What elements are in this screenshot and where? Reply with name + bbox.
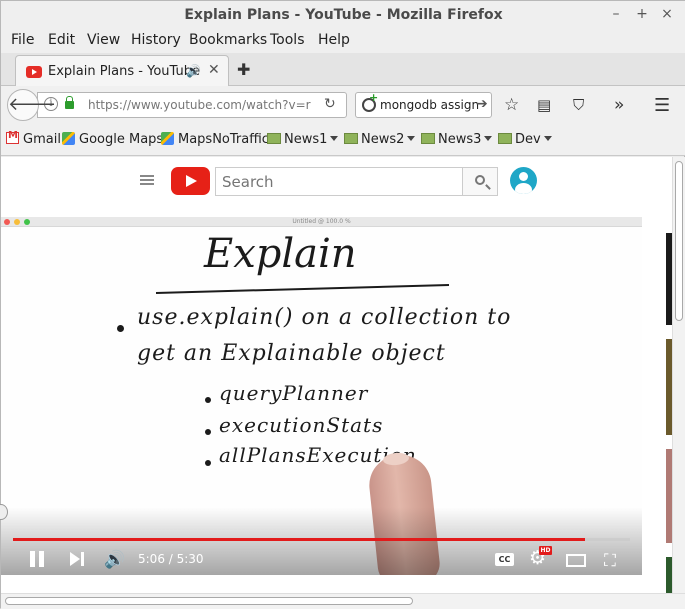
youtube-header <box>1 157 672 209</box>
bullet-dot <box>205 460 211 466</box>
volume-icon[interactable]: 🔊 <box>104 550 125 570</box>
horizontal-scroll-thumb[interactable] <box>5 597 413 605</box>
url-bar[interactable]: i https://www.youtube.com/watch?v=r ↻ <box>37 92 347 118</box>
reload-icon[interactable]: ↻ <box>324 96 336 112</box>
bookmark-folder-news3[interactable]: News3 <box>421 132 493 147</box>
whiteboard-sub-1: queryPlanner <box>219 381 369 405</box>
tab-strip: Explain Plans - YouTube 🔊 ✕ ✚ <box>1 53 685 86</box>
guide-menu-icon[interactable] <box>140 175 154 185</box>
search-query[interactable]: mongodb assign <box>380 98 479 112</box>
maps-icon <box>161 132 174 145</box>
video-player[interactable]: Untitled @ 100.0 % Explain use.explain()… <box>1 217 642 575</box>
firefox-window: Explain Plans - YouTube - Mozilla Firefo… <box>0 0 685 609</box>
bookmark-star-icon[interactable]: ☆ <box>504 95 519 115</box>
bullet-dot <box>205 429 211 435</box>
hamburger-menu-icon[interactable]: ☰ <box>654 95 670 116</box>
menu-help[interactable]: Help <box>318 32 350 48</box>
search-icon <box>475 175 485 185</box>
captions-icon[interactable]: CC <box>495 553 514 566</box>
lock-icon[interactable] <box>65 96 74 109</box>
youtube-search-button[interactable] <box>462 167 498 196</box>
reading-list-icon[interactable]: ▤ <box>537 96 551 114</box>
menu-history[interactable]: History <box>131 32 181 48</box>
time-display: 5:06 / 5:30 <box>138 552 204 566</box>
new-tab-button[interactable]: ✚ <box>237 60 250 79</box>
search-engine-icon[interactable] <box>362 91 378 112</box>
search-bar[interactable]: mongodb assign ➔ <box>355 91 492 118</box>
related-videos-column <box>654 217 672 593</box>
menu-bookmarks[interactable]: Bookmarks <box>189 32 267 48</box>
bullet-dot <box>117 325 124 332</box>
theater-mode-icon[interactable] <box>566 554 586 567</box>
bookmark-label: News3 <box>438 132 482 147</box>
bookmark-label: MapsNoTraffic <box>178 132 269 147</box>
close-window-button[interactable]: × <box>658 5 676 23</box>
back-button[interactable]: 🡐 <box>7 89 56 121</box>
folder-icon <box>421 133 435 144</box>
tab-explain-plans[interactable]: Explain Plans - YouTube 🔊 ✕ <box>15 55 229 86</box>
youtube-logo[interactable] <box>171 167 210 195</box>
fullscreen-icon[interactable]: ⛶ <box>604 551 616 571</box>
bookmark-folder-news1[interactable]: News1 <box>267 132 339 147</box>
pause-icon[interactable] <box>29 551 45 567</box>
youtube-favicon <box>26 66 42 78</box>
overflow-icon[interactable]: » <box>614 95 624 115</box>
whiteboard-sub-2: executionStats <box>219 413 384 437</box>
youtube-search-box[interactable] <box>215 167 463 196</box>
maps-icon <box>62 132 75 145</box>
recorded-window-title: Untitled @ 100.0 % <box>292 218 351 225</box>
progress-fill <box>13 538 585 541</box>
menu-bar: File Edit View History Bookmarks Tools H… <box>1 29 685 53</box>
avatar[interactable] <box>510 167 537 194</box>
bookmark-folder-news2[interactable]: News2 <box>344 132 416 147</box>
page-content: Untitled @ 100.0 % Explain use.explain()… <box>0 157 672 593</box>
title-bar: Explain Plans - YouTube - Mozilla Firefo… <box>1 1 685 29</box>
bookmark-gmail[interactable]: Gmail <box>6 130 61 147</box>
gmail-icon <box>6 130 19 144</box>
menu-file[interactable]: File <box>11 32 34 48</box>
whiteboard-line-2: get an Explainable object <box>137 341 446 366</box>
chevron-down-icon <box>330 136 339 141</box>
hd-badge: HD <box>539 546 552 555</box>
recorded-window-bar: Untitled @ 100.0 % <box>1 217 642 227</box>
vertical-scroll-thumb[interactable] <box>675 161 683 321</box>
youtube-search-input[interactable] <box>216 168 462 195</box>
folder-icon <box>267 133 281 144</box>
back-icon: 🡐 <box>8 94 57 115</box>
minimize-button[interactable]: – <box>607 5 625 23</box>
speaker-icon[interactable]: 🔊 <box>186 64 201 78</box>
close-tab-icon[interactable]: ✕ <box>208 62 220 78</box>
chevron-down-icon <box>543 136 552 141</box>
folder-icon <box>344 133 358 144</box>
menu-view[interactable]: View <box>87 32 120 48</box>
url-text[interactable]: https://www.youtube.com/watch?v=r <box>88 98 311 112</box>
bookmark-label: Gmail <box>23 132 61 147</box>
chevron-down-icon <box>407 136 416 141</box>
bookmark-google-maps[interactable]: Google Maps <box>62 132 163 147</box>
tab-label: Explain Plans - YouTube <box>48 64 200 79</box>
bookmark-label: News1 <box>284 132 328 147</box>
menu-tools[interactable]: Tools <box>270 32 305 48</box>
bookmark-label: News2 <box>361 132 405 147</box>
vertical-scrollbar[interactable] <box>672 157 685 593</box>
pocket-icon[interactable]: ⛉ <box>573 96 584 114</box>
progress-bar[interactable] <box>13 538 630 541</box>
maximize-button[interactable]: + <box>633 5 651 23</box>
horizontal-scrollbar[interactable] <box>1 593 685 609</box>
chevron-down-icon <box>484 136 493 141</box>
bookmarks-toolbar: Gmail Google Maps MapsNoTraffic News1 Ne… <box>1 124 685 156</box>
bookmark-maps-no-traffic[interactable]: MapsNoTraffic <box>161 132 269 147</box>
bookmark-label: Dev <box>515 132 541 147</box>
window-title: Explain Plans - YouTube - Mozilla Firefo… <box>184 7 503 23</box>
whiteboard-line-1: use.explain() on a collection to <box>137 305 512 330</box>
heading-underline <box>155 284 450 294</box>
bookmark-label: Google Maps <box>79 132 164 147</box>
bookmark-folder-dev[interactable]: Dev <box>498 132 552 147</box>
next-video-icon[interactable] <box>69 552 85 566</box>
menu-edit[interactable]: Edit <box>48 32 75 48</box>
folder-icon <box>498 133 512 144</box>
search-go-icon[interactable]: ➔ <box>476 96 488 112</box>
navigation-toolbar: i https://www.youtube.com/watch?v=r ↻ 🡐 … <box>1 86 685 124</box>
bullet-dot <box>205 397 211 403</box>
